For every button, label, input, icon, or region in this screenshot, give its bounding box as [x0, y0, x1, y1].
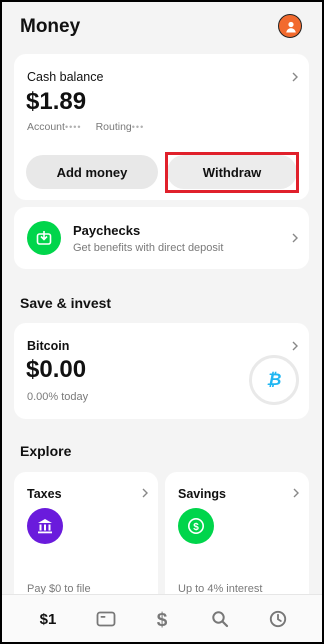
- page-title: Money: [20, 16, 81, 37]
- taxes-card[interactable]: Taxes Pay $0 to file: [14, 472, 158, 612]
- dollar-icon[interactable]: $: [150, 607, 174, 631]
- chevron-right-icon: [292, 72, 298, 82]
- chevron-right-icon: [292, 233, 298, 243]
- taxes-title: Taxes: [27, 487, 62, 501]
- nav-balance-tab[interactable]: $1: [36, 607, 60, 631]
- cash-balance-card[interactable]: Cash balance $1.89 Account•••• Routing•••…: [14, 54, 309, 200]
- chevron-right-icon: [292, 341, 298, 351]
- withdraw-button[interactable]: Withdraw: [167, 155, 297, 189]
- bitcoin-icon: ₿: [249, 355, 299, 405]
- chevron-right-icon: [293, 488, 299, 498]
- paychecks-card[interactable]: Paychecks Get benefits with direct depos…: [14, 207, 309, 269]
- bitcoin-change: 0.00% today: [27, 391, 89, 403]
- routing-mask: •••: [131, 122, 145, 132]
- savings-title: Savings: [178, 487, 226, 501]
- account-routing-line[interactable]: Account•••• Routing•••: [27, 121, 144, 133]
- explore-heading: Explore: [20, 443, 72, 459]
- paychecks-title: Paychecks: [73, 223, 141, 238]
- clock-icon[interactable]: [266, 607, 290, 631]
- chevron-right-icon: [142, 488, 148, 498]
- bitcoin-amount: $0.00: [26, 356, 87, 383]
- routing-label: Routing: [95, 121, 132, 133]
- savings-icon: $: [178, 508, 214, 544]
- savings-card[interactable]: Savings $ Up to 4% interest: [165, 472, 309, 612]
- account-mask: ••••: [64, 122, 82, 132]
- cash-balance-title: Cash balance: [27, 70, 104, 84]
- profile-avatar[interactable]: [278, 14, 302, 38]
- svg-text:$: $: [193, 522, 199, 533]
- cash-balance-amount: $1.89: [26, 88, 87, 115]
- account-label: Account: [27, 121, 65, 133]
- search-icon[interactable]: [208, 607, 232, 631]
- add-money-button[interactable]: Add money: [26, 155, 158, 189]
- paychecks-subtitle: Get benefits with direct deposit: [73, 242, 224, 254]
- bottom-nav: $1 $: [2, 594, 322, 642]
- person-icon: [286, 21, 296, 33]
- money-screen: Money Cash balance $1.89 Account•••• Rout…: [2, 2, 322, 642]
- svg-text:$: $: [157, 610, 168, 629]
- paycheck-icon: [27, 221, 61, 255]
- bank-icon: [27, 508, 63, 544]
- save-invest-heading: Save & invest: [20, 295, 112, 311]
- card-icon[interactable]: [94, 607, 118, 631]
- bitcoin-card[interactable]: Bitcoin $0.00 0.00% today ₿: [14, 323, 309, 419]
- bitcoin-title: Bitcoin: [27, 339, 70, 353]
